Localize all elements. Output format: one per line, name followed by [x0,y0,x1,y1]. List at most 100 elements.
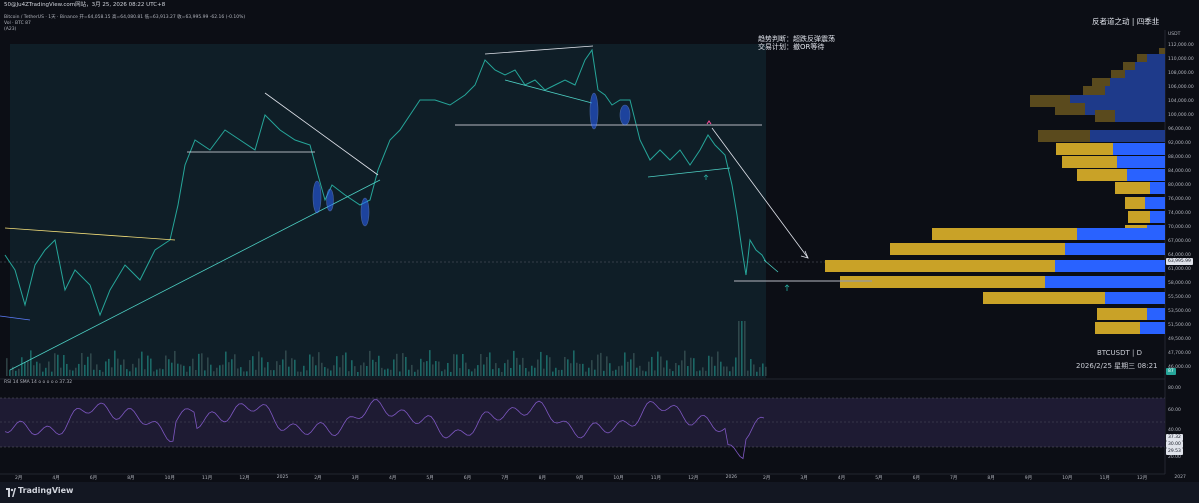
volume-bar [594,369,596,376]
volume-bar [762,363,764,376]
volume-bar [672,371,674,376]
volume-bar [45,367,47,376]
time-axis-label: 7月 [950,476,958,481]
volume-bar [150,358,152,376]
volume-bar [174,350,176,376]
volume-bar [54,353,56,376]
time-axis-label: 11月 [650,476,662,481]
chart-canvas[interactable] [0,0,1199,503]
volume-bar [207,357,209,376]
volume-bar [384,369,386,376]
price-axis-label: 53,500.00 [1168,309,1191,314]
volume-bar [195,369,197,376]
volume-bar [744,321,746,376]
volume-bar [216,367,218,376]
volume-bar [615,369,617,376]
time-axis-label: 7月 [501,476,509,481]
tradingview-footer: TradingView [0,482,1199,503]
volume-bar [483,364,485,376]
volume-bar [387,368,389,376]
tradingview-logo-icon [6,488,16,497]
rsi-axis-label: 80.00 [1168,386,1181,391]
volume-bar [669,368,671,376]
volume-bar [699,370,701,376]
volume-bar [681,360,683,376]
volume-bar [675,362,677,376]
volume-bar [633,353,635,376]
volume-bar [720,361,722,376]
tradingview-brand-name: TradingView [18,486,74,495]
volume-bar [219,365,221,376]
profile-bar-down [983,292,1105,304]
volume-bar [264,367,266,376]
volume-bar [591,360,593,376]
volume-bar [573,350,575,376]
profile-bar-up [1090,130,1165,142]
current-price-tag: 63,995.99 [1166,258,1193,265]
volume-bar [747,370,749,376]
volume-bar [60,367,62,376]
volume-bar [255,369,257,376]
volume-bar [372,359,374,376]
volume-bar [201,353,203,376]
volume-bar [759,367,761,376]
profile-bar-up [1150,182,1165,194]
volume-bar [516,357,518,376]
volume-bar [690,357,692,376]
volume-bar [429,350,431,376]
volume-bar [228,362,230,376]
volume-bar [243,371,245,376]
volume-bar [657,351,659,376]
volume-bar [402,353,404,376]
volume-bar [165,355,167,376]
volume-bar [120,364,122,376]
profile-bar-down [1115,182,1150,194]
volume-bar [39,363,41,376]
volume-bar [510,367,512,376]
volume-bar [711,356,713,376]
volume-bar [714,365,716,376]
up-arrow-icon [784,284,790,291]
rsi-legend[interactable]: RSI 14 SMA 14 o o o o o 37.32 [4,380,72,385]
time-axis-label: 4月 [837,476,846,481]
volume-bar [567,359,569,376]
volume-bar [204,370,206,376]
rsi-axis-label: 40.00 [1168,428,1181,433]
time-axis-label: 8月 [538,476,546,481]
volume-bar [552,371,554,376]
watermark-text: 反者道之动 | 四季韭 [1092,17,1160,26]
volume-bar [327,368,329,376]
volume-bar [474,368,476,376]
rsi-tag-2: 30.00 [1166,441,1183,448]
volume-bar [225,351,227,376]
volume-profile [825,48,1165,334]
time-axis-label: 8月 [127,476,135,481]
volume-bar [525,367,527,376]
highlight-ellipse [360,197,370,227]
volume-bar [528,371,530,376]
volume-bar [396,353,398,376]
time-axis-label: 5月 [875,476,883,481]
volume-bar [129,371,131,376]
volume-bar [312,356,314,376]
volume-bar [345,352,347,376]
profile-bar-down [1125,197,1145,209]
volume-bar [648,361,650,376]
price-axis-label: 112,000.00 [1168,43,1194,48]
rsi-tag-3: 29.53 [1166,448,1183,455]
volume-bar [144,369,146,376]
volume-bar [363,362,365,376]
volume-bar [555,367,557,376]
time-axis-label: 9月 [1024,476,1033,481]
profile-bar-up [1147,308,1165,320]
time-axis-label: 2月 [763,476,771,481]
volume-bar [462,354,464,376]
volume-bar [447,362,449,376]
teal-short-arrow [763,259,779,273]
time-axis-label: 2月 [15,476,23,481]
volume-bar [603,370,605,376]
volume-bar [600,352,602,376]
time-axis-label: 9月 [576,476,584,481]
price-axis-label: 74,000.00 [1168,211,1191,216]
volume-bar [585,371,587,376]
